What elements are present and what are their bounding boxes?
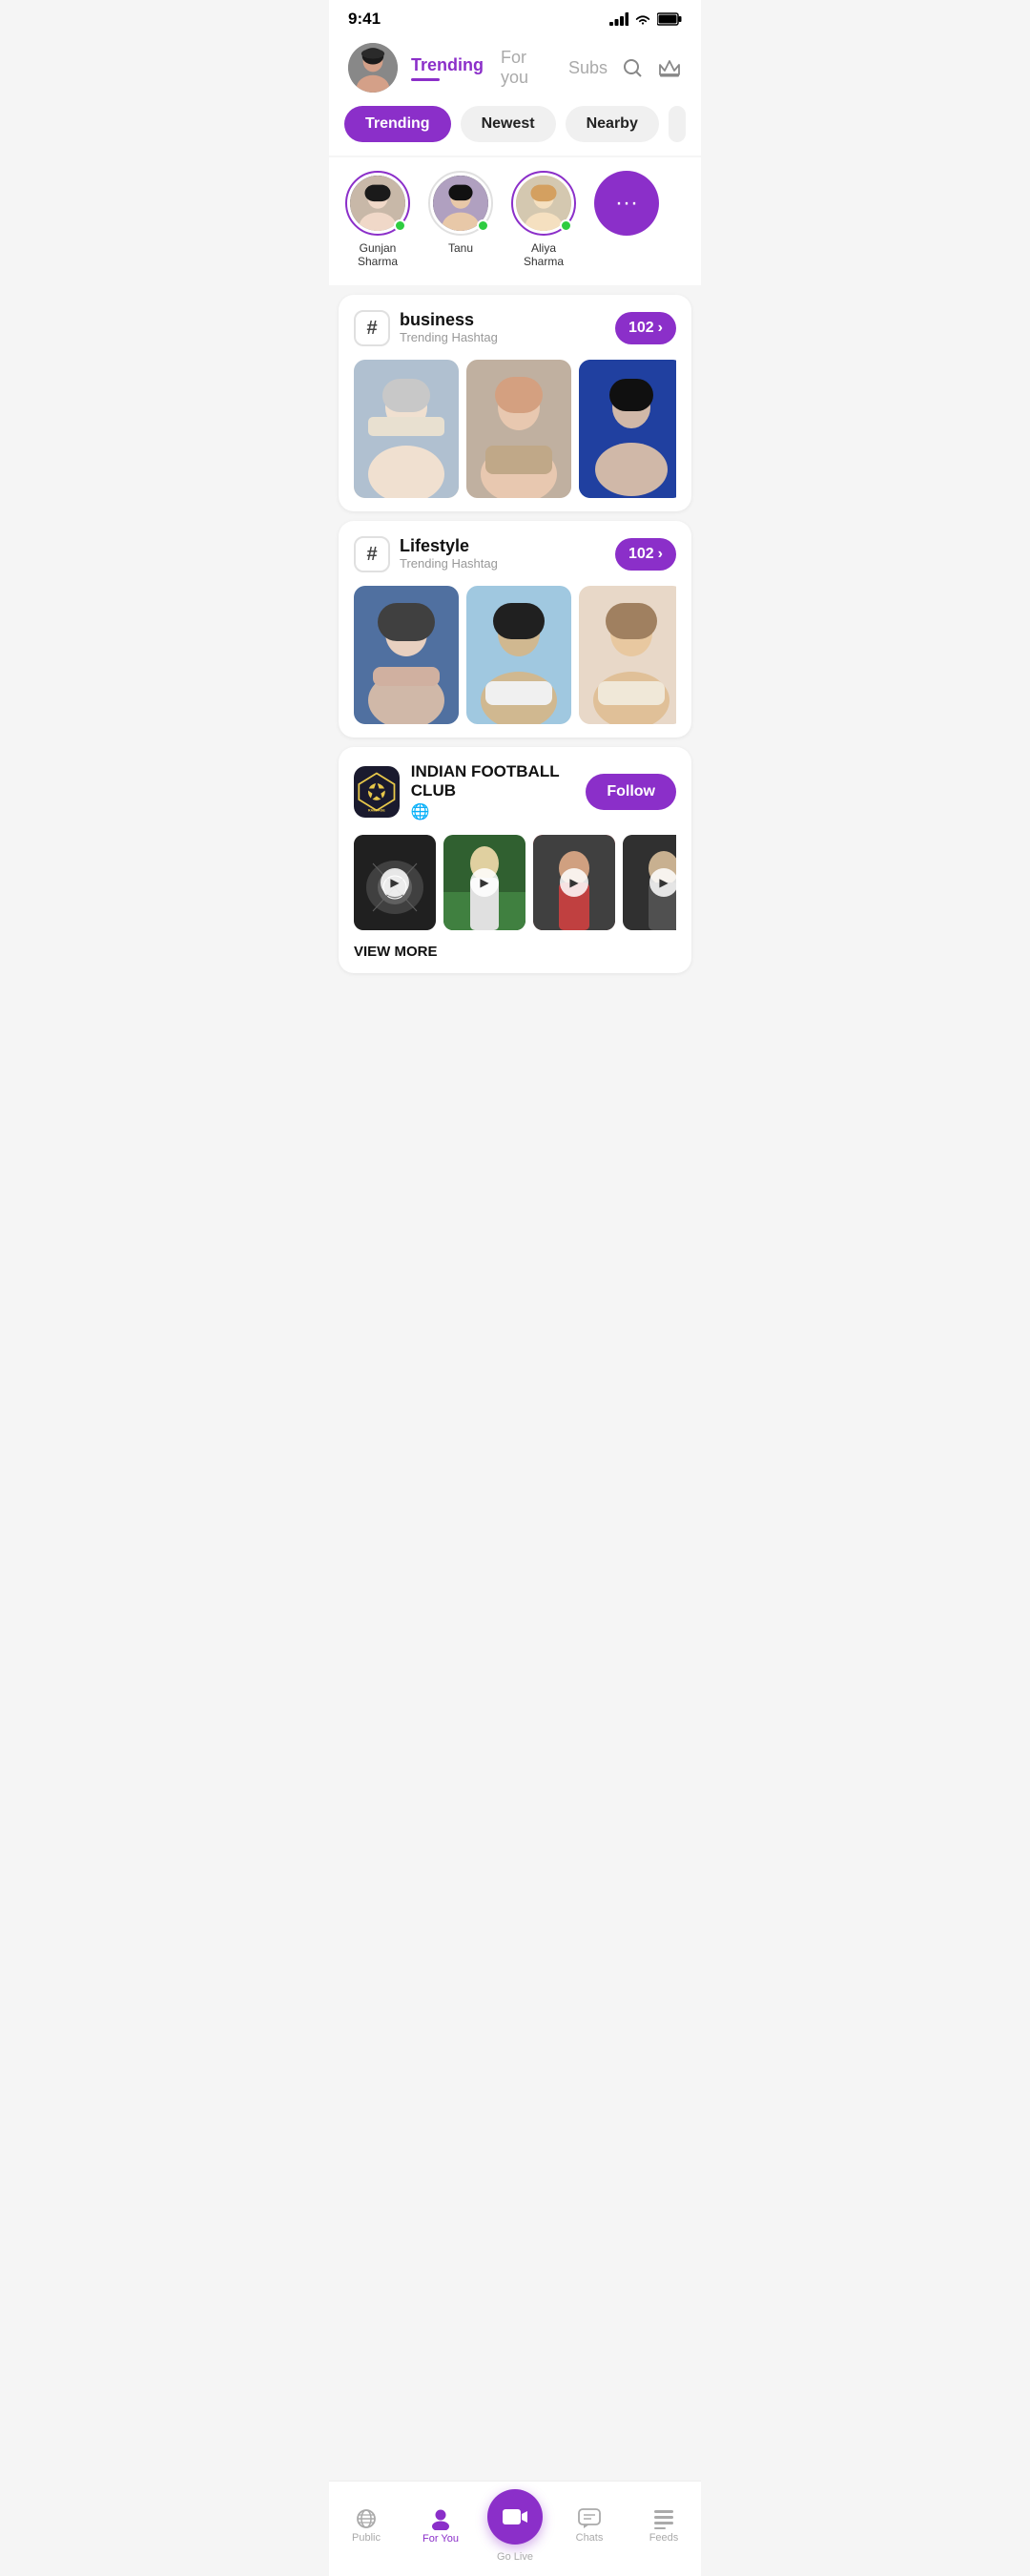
story-avatar-wrap-3[interactable] <box>511 171 576 236</box>
nav-feeds[interactable]: Feeds <box>635 2508 692 2544</box>
story-online-dot-1 <box>394 219 406 232</box>
user-avatar[interactable] <box>348 43 398 93</box>
business-thumb-1[interactable] <box>354 360 459 498</box>
filter-trending[interactable]: Trending <box>344 106 451 142</box>
story-item[interactable]: Gunjan Sharma <box>344 171 411 268</box>
nav-for-you[interactable]: For You <box>412 2507 469 2545</box>
go-live-button[interactable] <box>487 2489 543 2545</box>
view-more-btn[interactable]: VIEW MORE <box>354 944 676 960</box>
section-business: # business Trending Hashtag 102 › <box>339 295 691 511</box>
stories-section: Gunjan Sharma Tanu <box>329 157 701 285</box>
count-value-lifestyle: 102 <box>628 546 654 563</box>
nav-feeds-label: Feeds <box>649 2532 679 2544</box>
lifestyle-thumb-1[interactable] <box>354 586 459 724</box>
status-bar: 9:41 <box>329 0 701 33</box>
story-name-3: Aliya Sharma <box>510 241 577 268</box>
header: Trending For you Subs <box>329 33 701 93</box>
count-arrow-business: › <box>658 320 663 337</box>
filter-extra[interactable] <box>669 106 686 142</box>
tab-for-you[interactable]: For you <box>501 48 551 88</box>
hashtag-header-business: # business Trending Hashtag 102 › <box>354 310 676 346</box>
club-video-4[interactable]: ▶ <box>623 835 676 930</box>
hashtag-info-business: business Trending Hashtag <box>400 310 498 344</box>
feeds-icon <box>653 2508 674 2529</box>
crown-icon[interactable] <box>657 57 682 78</box>
club-video-1[interactable]: ▶ <box>354 835 436 930</box>
header-icons <box>621 56 682 79</box>
club-video-2[interactable]: ▶ <box>443 835 525 930</box>
nav-public[interactable]: Public <box>338 2508 395 2544</box>
story-item-3[interactable]: Aliya Sharma <box>510 171 577 268</box>
play-icon-3: ▶ <box>560 868 588 897</box>
filter-newest[interactable]: Newest <box>461 106 556 142</box>
story-avatar-wrap-1[interactable] <box>345 171 410 236</box>
follow-button[interactable]: Follow <box>586 774 676 810</box>
story-online-dot-2 <box>477 219 489 232</box>
hashtag-sub-lifestyle: Trending Hashtag <box>400 556 498 571</box>
signal-icon <box>609 12 628 26</box>
header-tabs: Trending For you Subs <box>411 48 608 88</box>
hashtag-left-lifestyle: # Lifestyle Trending Hashtag <box>354 536 498 572</box>
hash-icon-business: # <box>354 310 390 346</box>
svg-text:RAMPAGE: RAMPAGE <box>368 808 385 812</box>
section-lifestyle: # Lifestyle Trending Hashtag 102 › <box>339 521 691 737</box>
hashtag-left-business: # business Trending Hashtag <box>354 310 498 346</box>
nav-go-live[interactable]: Go Live <box>486 2489 544 2563</box>
story-more-btn[interactable]: ··· <box>594 171 659 236</box>
for-you-icon <box>430 2507 451 2530</box>
nav-chats[interactable]: Chats <box>561 2508 618 2544</box>
status-time: 9:41 <box>348 10 381 29</box>
nav-public-label: Public <box>352 2532 381 2544</box>
nav-for-you-label: For You <box>422 2533 459 2545</box>
story-avatar-wrap-2[interactable] <box>428 171 493 236</box>
hashtag-name-lifestyle: Lifestyle <box>400 536 498 556</box>
nav-go-live-label: Go Live <box>497 2551 533 2563</box>
lifestyle-thumb-3[interactable] <box>579 586 676 724</box>
business-thumb-3[interactable] <box>579 360 676 498</box>
club-header: RAMPAGE INDIAN FOOTBALL CLUB 🌐 Follow <box>354 762 676 821</box>
count-value-business: 102 <box>628 320 654 337</box>
hashtag-sub-business: Trending Hashtag <box>400 330 498 344</box>
hashtag-name-business: business <box>400 310 498 330</box>
public-icon <box>354 2508 379 2529</box>
club-info: INDIAN FOOTBALL CLUB 🌐 <box>411 762 587 821</box>
lifestyle-thumb-2[interactable] <box>466 586 571 724</box>
club-video-3[interactable]: ▶ <box>533 835 615 930</box>
story-item-2[interactable]: Tanu <box>428 171 493 268</box>
status-icons <box>609 12 682 26</box>
tab-subs[interactable]: Subs <box>568 58 608 78</box>
count-pill-lifestyle[interactable]: 102 › <box>615 538 676 571</box>
tab-trending[interactable]: Trending <box>411 55 484 81</box>
business-thumb-2[interactable] <box>466 360 571 498</box>
club-left: RAMPAGE INDIAN FOOTBALL CLUB 🌐 <box>354 762 586 821</box>
hash-icon-lifestyle: # <box>354 536 390 572</box>
count-arrow-lifestyle: › <box>658 546 663 563</box>
club-logo: RAMPAGE <box>354 766 400 818</box>
section-football-club: RAMPAGE INDIAN FOOTBALL CLUB 🌐 Follow ▶ <box>339 747 691 973</box>
count-pill-business[interactable]: 102 › <box>615 312 676 344</box>
search-icon[interactable] <box>621 56 644 79</box>
filter-bar: Trending Newest Nearby <box>329 93 701 156</box>
club-globe: 🌐 <box>411 802 587 821</box>
camera-icon <box>502 2506 528 2527</box>
battery-icon <box>657 12 682 26</box>
story-name-2: Tanu <box>448 241 473 255</box>
club-videos-row: ▶ ▶ ▶ ▶ <box>354 835 676 930</box>
story-more-item[interactable]: ··· <box>594 171 659 268</box>
lifestyle-images-row <box>354 586 676 724</box>
story-name-1: Gunjan Sharma <box>344 241 411 268</box>
story-online-dot-3 <box>560 219 572 232</box>
wifi-icon <box>634 12 651 26</box>
play-icon-2: ▶ <box>470 868 499 897</box>
nav-chats-label: Chats <box>576 2532 604 2544</box>
bottom-nav: Public For You Go Live Chats <box>329 2481 701 2576</box>
club-name: INDIAN FOOTBALL CLUB <box>411 762 587 800</box>
business-images-row <box>354 360 676 498</box>
chats-icon <box>578 2508 601 2529</box>
hashtag-header-lifestyle: # Lifestyle Trending Hashtag 102 › <box>354 536 676 572</box>
play-icon-4: ▶ <box>649 868 676 897</box>
filter-nearby[interactable]: Nearby <box>566 106 659 142</box>
play-icon-1: ▶ <box>381 868 409 897</box>
hashtag-info-lifestyle: Lifestyle Trending Hashtag <box>400 536 498 571</box>
